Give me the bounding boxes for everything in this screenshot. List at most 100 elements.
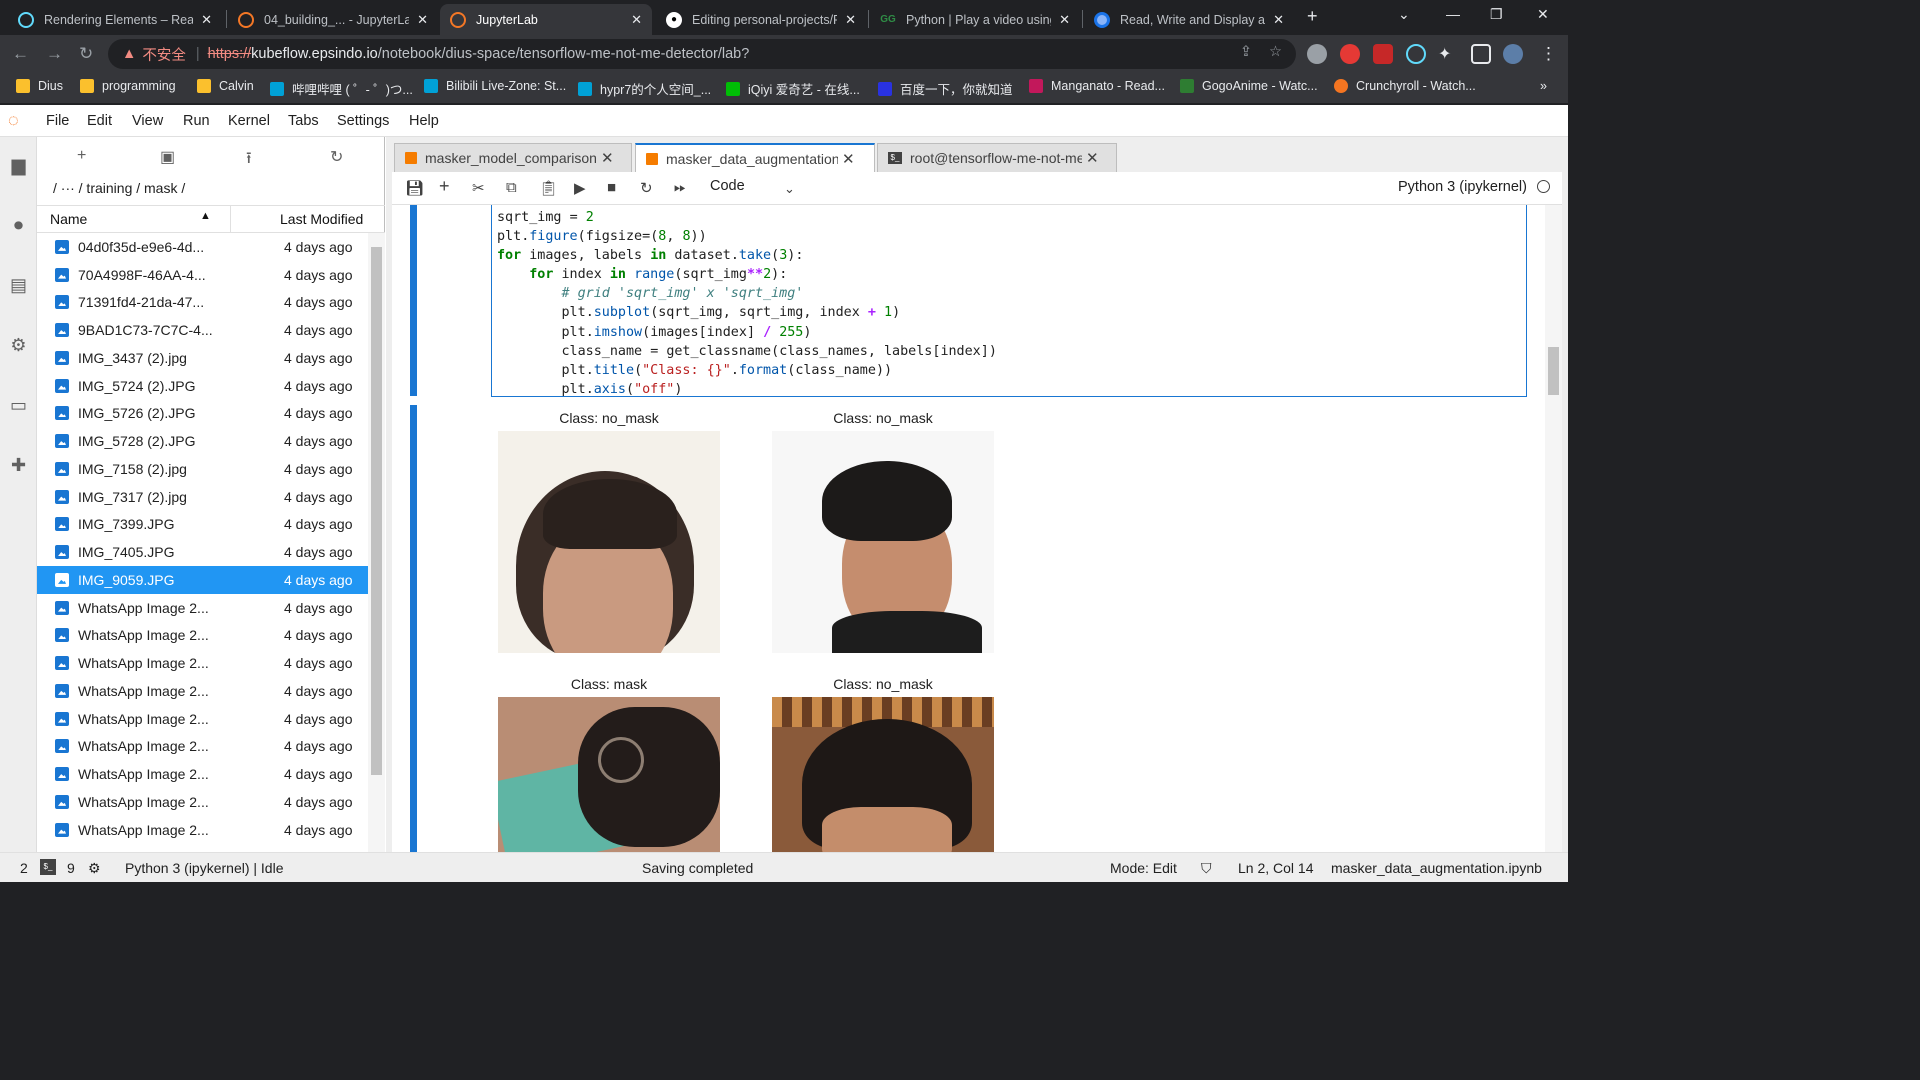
share-icon[interactable]: ⇪ bbox=[1240, 44, 1252, 60]
file-row[interactable]: WhatsApp Image 2... 4 days ago bbox=[37, 705, 368, 733]
star-icon[interactable]: ☆ bbox=[1269, 44, 1282, 60]
tab-terminal[interactable]: $_ root@tensorflow-me-not-me ✕ bbox=[877, 143, 1117, 172]
file-row[interactable]: WhatsApp Image 2... 4 days ago bbox=[37, 788, 368, 816]
close-icon[interactable]: ✕ bbox=[1086, 149, 1099, 167]
kernel-status[interactable]: Python 3 (ipykernel) | Idle bbox=[125, 860, 284, 876]
folder-icon[interactable]: ▆ bbox=[8, 155, 29, 176]
chevron-down-icon[interactable]: ⌄ bbox=[784, 181, 795, 197]
file-row[interactable]: WhatsApp Image 2... 4 days ago bbox=[37, 594, 368, 622]
cut-icon[interactable]: ✂ bbox=[472, 179, 485, 197]
extension-badge-icon[interactable] bbox=[1373, 44, 1393, 64]
forward-icon[interactable]: → bbox=[46, 44, 63, 64]
file-row[interactable]: IMG_7317 (2).jpg 4 days ago bbox=[37, 483, 368, 511]
file-row[interactable]: 70A4998F-46AA-4... 4 days ago bbox=[37, 261, 368, 289]
extension-icon[interactable]: ✚ bbox=[8, 455, 29, 476]
tabs-icon[interactable]: ▭ bbox=[8, 395, 29, 416]
globe-icon[interactable] bbox=[1307, 44, 1327, 64]
close-icon[interactable]: ✕ bbox=[601, 149, 614, 167]
file-row[interactable]: IMG_9059.JPG 4 days ago bbox=[37, 566, 368, 594]
file-row[interactable]: WhatsApp Image 2... 4 days ago bbox=[37, 760, 368, 788]
restart-icon[interactable]: ↻ bbox=[640, 179, 653, 197]
tab-notebook[interactable]: masker_model_comparison.ipynb✕ bbox=[394, 143, 632, 172]
bookmark[interactable]: Manganato - Read... bbox=[1029, 79, 1165, 93]
menu-view[interactable]: View bbox=[132, 113, 163, 129]
refresh-icon[interactable]: ↻ bbox=[330, 147, 343, 167]
close-icon[interactable]: ✕ bbox=[1059, 12, 1070, 28]
minimize-icon[interactable]: — bbox=[1446, 6, 1460, 22]
column-name[interactable]: Name bbox=[50, 211, 87, 227]
new-folder-icon[interactable]: ▣ bbox=[160, 147, 175, 167]
run-icon[interactable]: ▶ bbox=[574, 179, 586, 197]
property-inspector-icon[interactable]: ⚙ bbox=[8, 335, 29, 356]
terminals-count[interactable]: 2 bbox=[20, 860, 28, 876]
browser-tab[interactable]: 04_building_... - JupyterLab ✕ bbox=[228, 4, 438, 35]
back-icon[interactable]: ← bbox=[12, 44, 29, 64]
copy-icon[interactable]: ⧉ bbox=[506, 179, 517, 196]
file-row[interactable]: WhatsApp Image 2... 4 days ago bbox=[37, 649, 368, 677]
kernels-count[interactable]: 9 bbox=[67, 860, 75, 876]
breadcrumb[interactable]: / ··· / training / mask / bbox=[53, 180, 185, 196]
close-icon[interactable]: ✕ bbox=[842, 150, 855, 168]
stop-icon[interactable]: ■ bbox=[607, 179, 616, 196]
code-cell-editor[interactable]: sqrt_img = 2 plt.figure(figsize=(8, 8)) fo… bbox=[491, 205, 1527, 397]
cell-collapser[interactable] bbox=[410, 205, 417, 396]
reload-icon[interactable]: ↻ bbox=[79, 44, 93, 64]
menu-kernel[interactable]: Kernel bbox=[228, 113, 270, 129]
close-icon[interactable]: ✕ bbox=[1273, 12, 1284, 28]
browser-tab[interactable]: Rendering Elements – React ✕ bbox=[8, 4, 222, 35]
file-row[interactable]: IMG_5726 (2).JPG 4 days ago bbox=[37, 400, 368, 428]
paste-icon[interactable]: 📋︎ bbox=[539, 179, 558, 197]
upload-icon[interactable]: ⭱ bbox=[246, 147, 252, 174]
bookmarks-more[interactable]: » bbox=[1540, 79, 1547, 93]
file-row[interactable]: 71391fd4-21da-47... 4 days ago bbox=[37, 289, 368, 317]
adblock-icon[interactable] bbox=[1340, 44, 1360, 64]
commands-icon[interactable]: ▤ bbox=[8, 275, 29, 296]
menu-file[interactable]: File bbox=[46, 113, 69, 129]
restore-icon[interactable]: ❐ bbox=[1490, 6, 1503, 23]
close-icon[interactable]: ✕ bbox=[201, 12, 212, 28]
save-icon[interactable]: 💾︎ bbox=[405, 179, 424, 197]
sidepanel-icon[interactable] bbox=[1471, 44, 1491, 64]
bookmark[interactable]: Bilibili Live-Zone: St... bbox=[424, 79, 566, 93]
shield-icon[interactable]: ⛉ bbox=[1201, 860, 1212, 877]
fast-forward-icon[interactable]: ⏩︎ bbox=[674, 179, 686, 196]
file-row[interactable]: 04d0f35d-e9e6-4d... 4 days ago bbox=[37, 233, 368, 261]
close-icon[interactable]: ✕ bbox=[845, 12, 856, 28]
cell-type-select[interactable]: Code bbox=[710, 178, 745, 194]
bookmark[interactable]: 哔哩哔哩 ( ゜- ゜)つ... bbox=[270, 79, 413, 98]
new-tab-button[interactable]: + bbox=[1307, 6, 1318, 27]
file-row[interactable]: IMG_3437 (2).jpg 4 days ago bbox=[37, 344, 368, 372]
bookmark[interactable]: iQiyi 爱奇艺 - 在线... bbox=[726, 79, 860, 98]
tab-search-icon[interactable]: ⌄ bbox=[1398, 6, 1410, 23]
bookmark[interactable]: hypr7的个人空间_... bbox=[578, 79, 711, 98]
add-cell-icon[interactable]: + bbox=[439, 176, 450, 197]
bookmark[interactable]: Calvin bbox=[197, 79, 254, 93]
tab-notebook-active[interactable]: masker_data_augmentation.ipynb✕ bbox=[635, 143, 875, 172]
new-launcher-icon[interactable]: + bbox=[77, 147, 86, 165]
file-row[interactable]: WhatsApp Image 2... 4 days ago bbox=[37, 677, 368, 705]
address-bar[interactable]: ▲ 不安全 | https://kubeflow.epsindo.io/note… bbox=[108, 39, 1296, 69]
menu-tabs[interactable]: Tabs bbox=[288, 113, 319, 129]
bookmark[interactable]: Crunchyroll - Watch... bbox=[1334, 79, 1476, 93]
avatar[interactable] bbox=[1503, 44, 1523, 64]
menu-icon[interactable]: ⋮ bbox=[1540, 44, 1557, 64]
browser-tab[interactable]: ● Editing personal-projects/R ✕ bbox=[656, 4, 866, 35]
sort-asc-icon[interactable]: ▲ bbox=[200, 210, 211, 222]
notebook-scrollbar[interactable] bbox=[1545, 205, 1562, 852]
bookmark[interactable]: 百度一下，你就知道 bbox=[878, 79, 1013, 98]
bookmark[interactable]: programming bbox=[80, 79, 176, 93]
puzzle-icon[interactable]: ✦ bbox=[1438, 44, 1458, 64]
menu-edit[interactable]: Edit bbox=[87, 113, 112, 129]
file-list-scrollbar[interactable] bbox=[368, 233, 385, 852]
browser-tab[interactable]: Read, Write and Display a v ✕ bbox=[1084, 4, 1294, 35]
file-row[interactable]: IMG_5724 (2).JPG 4 days ago bbox=[37, 372, 368, 400]
file-row[interactable]: WhatsApp Image 2... 4 days ago bbox=[37, 816, 368, 844]
cursor-position[interactable]: Ln 2, Col 14 bbox=[1238, 860, 1314, 876]
file-row[interactable]: IMG_5728 (2).JPG 4 days ago bbox=[37, 427, 368, 455]
kernel-name[interactable]: Python 3 (ipykernel) bbox=[1398, 179, 1550, 195]
browser-tab[interactable]: GG Python | Play a video using ✕ bbox=[870, 4, 1080, 35]
menu-settings[interactable]: Settings bbox=[337, 113, 389, 129]
file-row[interactable]: WhatsApp Image 2... 4 days ago bbox=[37, 733, 368, 761]
file-row[interactable]: IMG_7158 (2).jpg 4 days ago bbox=[37, 455, 368, 483]
file-row[interactable]: 9BAD1C73-7C7C-4... 4 days ago bbox=[37, 316, 368, 344]
